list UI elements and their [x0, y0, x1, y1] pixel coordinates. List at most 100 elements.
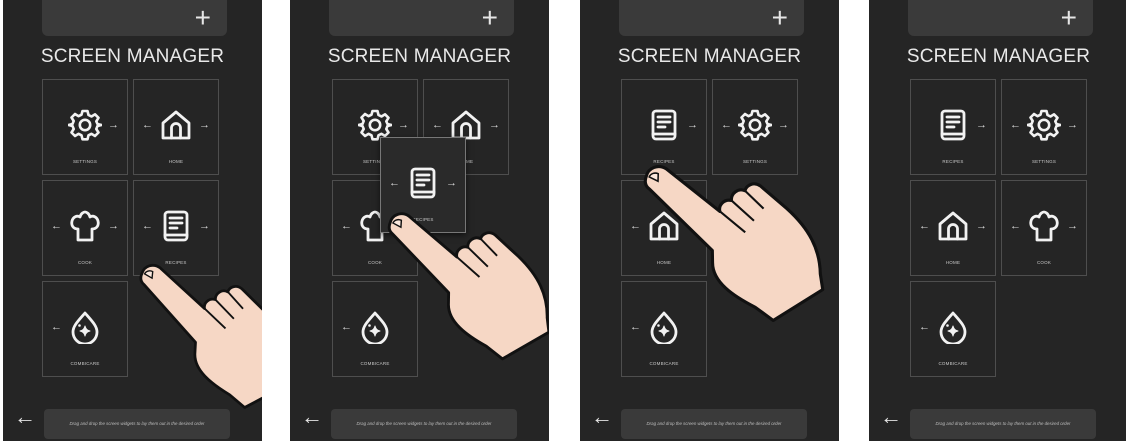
arrow-right-icon: →	[108, 220, 119, 232]
tile-label: COMBICARE	[938, 361, 968, 366]
arrow-left-icon: ←	[51, 321, 62, 333]
arrow-right-icon: →	[976, 119, 987, 131]
add-icon[interactable]: +	[1061, 1, 1077, 35]
arrow-left-icon: ←	[142, 220, 153, 232]
tile-cook[interactable]: ← → COOK	[42, 180, 128, 276]
page-title: SCREEN MANAGER	[327, 46, 512, 67]
page-title: SCREEN MANAGER	[617, 46, 802, 67]
chef-hat-icon	[68, 209, 102, 243]
tile-recipes[interactable]: ← → RECIPES	[133, 180, 219, 276]
add-icon[interactable]: +	[772, 1, 788, 35]
arrow-right-icon: →	[398, 119, 409, 131]
screen-step-4: + SCREEN MANAGER → RECIPES ← → SETTINGS …	[869, 0, 1126, 441]
arrow-right-icon: →	[108, 119, 119, 131]
screen-step-1: + SCREEN MANAGER → SETTINGS ← → HOME ← →…	[3, 0, 262, 441]
chef-hat-icon	[1027, 209, 1061, 243]
arrow-left-icon: ←	[51, 220, 62, 232]
back-arrow-icon[interactable]: ←	[591, 404, 613, 430]
tile-label: RECIPES	[653, 159, 675, 164]
tile-cook[interactable]: ← → COOK	[1001, 180, 1087, 276]
add-widget-bar[interactable]: +	[329, 0, 514, 36]
home-icon	[159, 108, 193, 142]
drop-icon	[647, 310, 681, 344]
arrow-left-icon: ←	[919, 321, 930, 333]
tile-label: HOME	[945, 260, 961, 265]
arrow-left-icon: ←	[432, 119, 443, 131]
tile-label: RECIPES	[942, 159, 964, 164]
book-icon	[406, 166, 440, 200]
page-title: SCREEN MANAGER	[906, 46, 1091, 67]
arrow-right-icon: →	[1067, 220, 1078, 232]
tile-label: COOK	[77, 260, 93, 265]
gear-icon	[68, 108, 102, 142]
add-widget-bar[interactable]: +	[619, 0, 804, 36]
back-arrow-icon[interactable]: ←	[880, 404, 902, 430]
page-title: SCREEN MANAGER	[40, 46, 225, 67]
tile-settings[interactable]: → SETTINGS	[42, 79, 128, 175]
add-widget-bar[interactable]: +	[908, 0, 1093, 36]
add-icon[interactable]: +	[195, 1, 211, 35]
arrow-right-icon: →	[489, 119, 500, 131]
arrow-left-icon: ←	[1010, 119, 1021, 131]
drop-icon	[358, 310, 392, 344]
arrow-right-icon: →	[687, 220, 698, 232]
tile-label: COOK	[367, 260, 383, 265]
book-icon	[159, 209, 193, 243]
tile-settings[interactable]: ← → SETTINGS	[1001, 79, 1087, 175]
tile-combicare[interactable]: ← COMBICARE	[332, 281, 418, 377]
screen-step-3: + SCREEN MANAGER → RECIPES ← → SETTINGS …	[580, 0, 839, 441]
book-icon	[647, 108, 681, 142]
tile-home[interactable]: ← → HOME	[133, 79, 219, 175]
arrow-left-icon: ←	[341, 321, 352, 333]
tile-home[interactable]: ← → HOME	[621, 180, 707, 276]
arrow-right-icon: →	[446, 177, 457, 189]
drop-icon	[936, 310, 970, 344]
tile-label: RECIPES	[412, 217, 434, 222]
hint-text: Drag and drop the screen widgets to lay …	[331, 409, 517, 439]
book-icon	[936, 108, 970, 142]
tile-combicare[interactable]: ← COMBICARE	[621, 281, 707, 377]
tile-recipes[interactable]: → RECIPES	[910, 79, 996, 175]
tile-recipes-dragging[interactable]: ← → RECIPES	[380, 137, 466, 233]
back-arrow-icon[interactable]: ←	[14, 404, 36, 430]
add-widget-bar[interactable]: +	[42, 0, 227, 36]
hint-text: Drag and drop the screen widgets to lay …	[621, 409, 807, 439]
arrow-right-icon: →	[976, 220, 987, 232]
arrow-left-icon: ←	[919, 220, 930, 232]
tile-label: HOME	[656, 260, 672, 265]
arrow-left-icon: ←	[389, 177, 400, 189]
tile-recipes[interactable]: → RECIPES	[621, 79, 707, 175]
gear-icon	[1027, 108, 1061, 142]
home-icon	[647, 209, 681, 243]
tile-combicare[interactable]: ← COMBICARE	[910, 281, 996, 377]
arrow-left-icon: ←	[1010, 220, 1021, 232]
gear-icon	[738, 108, 772, 142]
tile-combicare[interactable]: ← COMBICARE	[42, 281, 128, 377]
arrow-right-icon: →	[199, 220, 210, 232]
tile-settings[interactable]: ← → SETTINGS	[712, 79, 798, 175]
home-icon	[936, 209, 970, 243]
arrow-left-icon: ←	[630, 321, 641, 333]
tile-label: SETTINGS	[72, 159, 98, 164]
tile-label: RECIPES	[165, 260, 187, 265]
tile-label: SETTINGS	[1031, 159, 1057, 164]
arrow-right-icon: →	[687, 119, 698, 131]
arrow-right-icon: →	[778, 119, 789, 131]
back-arrow-icon[interactable]: ←	[301, 404, 323, 430]
hint-text: Drag and drop the screen widgets to lay …	[910, 409, 1096, 439]
arrow-left-icon: ←	[142, 119, 153, 131]
hint-text: Drag and drop the screen widgets to lay …	[44, 409, 230, 439]
arrow-left-icon: ←	[630, 220, 641, 232]
add-icon[interactable]: +	[482, 1, 498, 35]
arrow-right-icon: →	[199, 119, 210, 131]
drop-icon	[68, 310, 102, 344]
tile-label: HOME	[168, 159, 184, 164]
arrow-right-icon: →	[1067, 119, 1078, 131]
arrow-left-icon: ←	[721, 119, 732, 131]
tile-label: COMBICARE	[649, 361, 679, 366]
tile-label: COMBICARE	[360, 361, 390, 366]
tile-label: SETTINGS	[742, 159, 768, 164]
tile-home[interactable]: ← → HOME	[910, 180, 996, 276]
screen-step-2: + SCREEN MANAGER → SETTINGS ← → HOME ← C…	[290, 0, 549, 441]
arrow-left-icon: ←	[341, 220, 352, 232]
